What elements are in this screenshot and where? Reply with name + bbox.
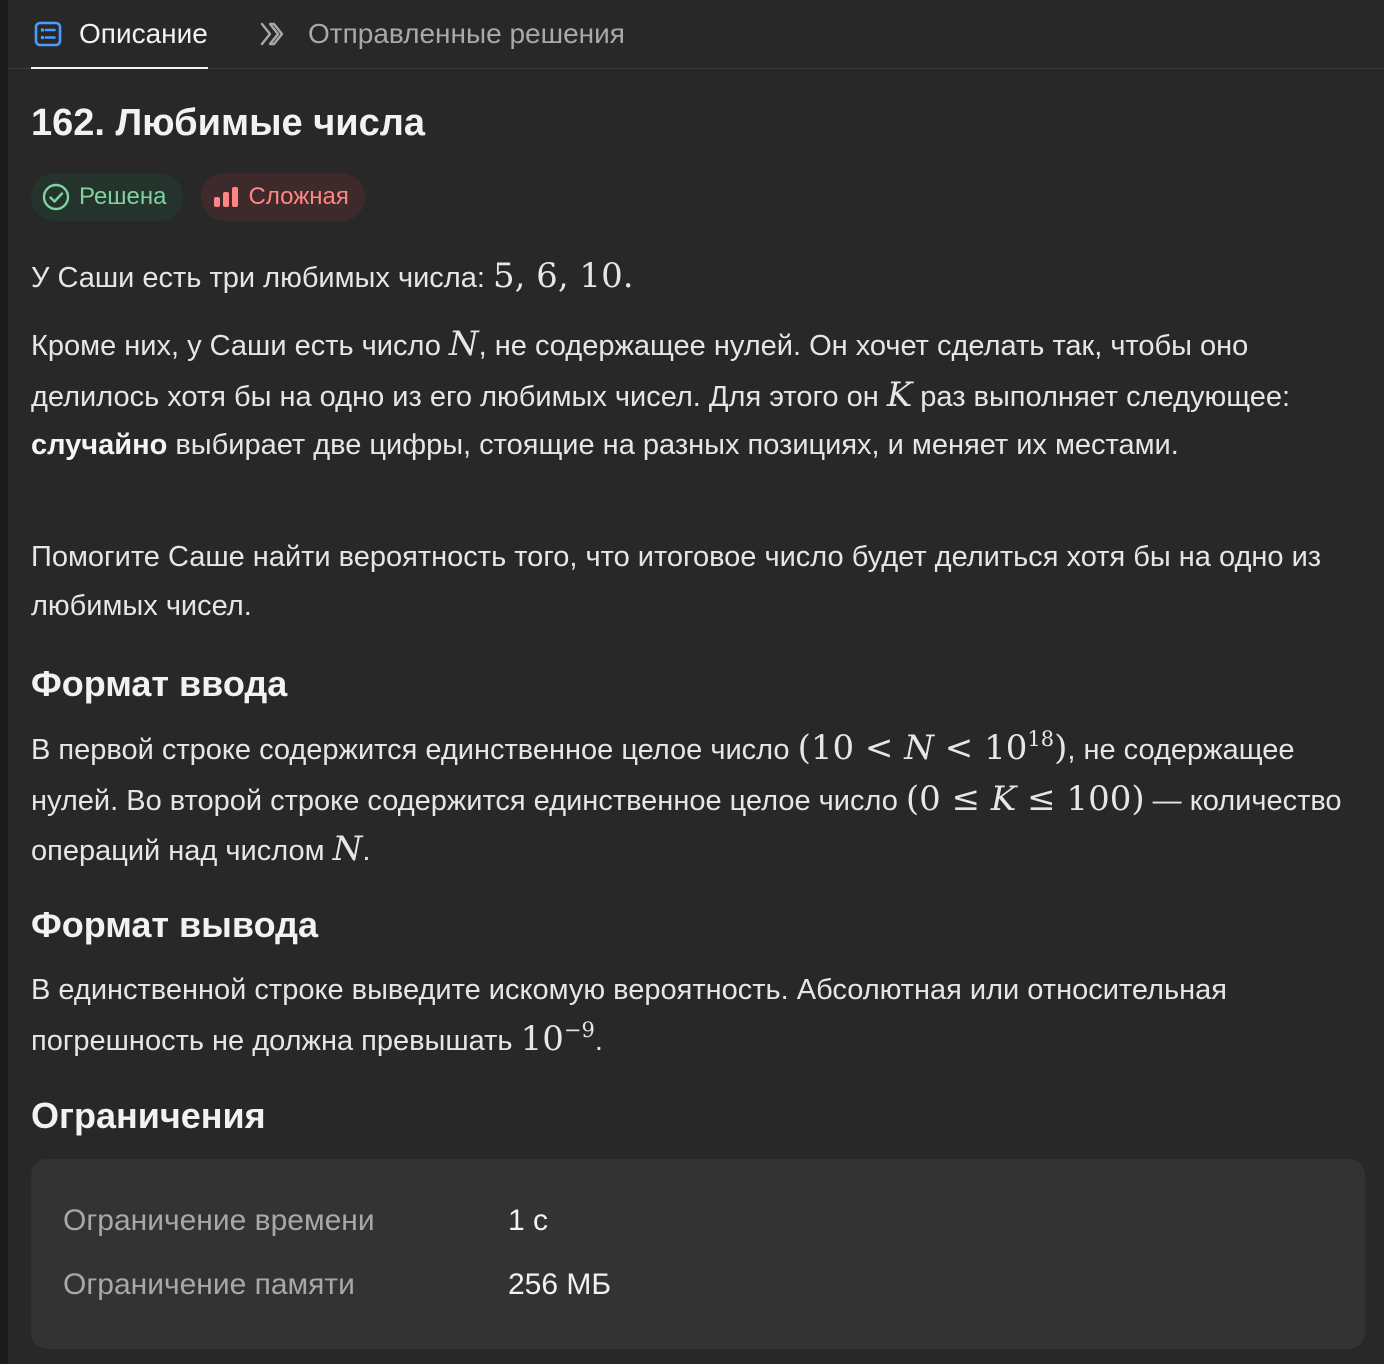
statement-text: В единственной строке выведите искомую в… — [31, 974, 1227, 1057]
status-badge: Решена — [31, 173, 183, 221]
statement-paragraph-3: Помогите Саше найти вероятность того, чт… — [31, 541, 1322, 622]
math-variable: K — [886, 374, 913, 415]
limits-card: Ограничение времени 1 с Ограничение памя… — [31, 1159, 1365, 1349]
limits-heading: Ограничения — [31, 1095, 266, 1136]
input-format-text: В первой строке содержится единственное … — [31, 724, 1366, 876]
math-expression: 10−9 — [521, 1019, 595, 1059]
math-part: ≤ 100) — [1016, 778, 1145, 819]
math-variable: K — [990, 778, 1017, 819]
statement-text: Кроме них, у Саши есть число — [31, 330, 449, 362]
limit-value: 256 МБ — [508, 1268, 612, 1301]
difficulty-badge: Сложная — [200, 173, 365, 221]
badge-row: Решена Сложная — [31, 173, 365, 221]
bold-text: случайно — [31, 429, 168, 461]
tab-description-label: Описание — [79, 18, 208, 49]
statement-text: . — [594, 1024, 603, 1057]
input-format-heading: Формат ввода — [31, 663, 288, 704]
math-exponent: −9 — [563, 1017, 595, 1042]
statement-text: раз выполняет следующее: — [912, 380, 1291, 413]
tab-bar: Описание Отправленные решения — [8, 0, 1384, 69]
math-expression: (10 < N < 1018) — [798, 728, 1068, 768]
statement-paragraph-2: Кроме них, у Саши есть число N, не содер… — [31, 320, 1366, 470]
math-expression: (0 ≤ K ≤ 100) — [906, 779, 1145, 819]
difficulty-badge-label: Сложная — [248, 183, 349, 210]
statement-text: В первой строке содержится единственное … — [31, 734, 798, 766]
check-circle-icon — [41, 182, 71, 212]
document-list-icon — [31, 17, 65, 51]
signal-bars-icon — [211, 182, 241, 212]
math-exponent: 18 — [1027, 727, 1055, 751]
output-format-text: В единственной строке выведите искомую в… — [31, 966, 1366, 1065]
statement-text: . — [362, 835, 371, 867]
double-chevron-right-icon — [258, 17, 292, 51]
statement-paragraph-1: У Саши есть три любимых числа: 5, 6, 10. — [31, 252, 1366, 303]
math-part: (10 < — [797, 728, 905, 768]
problem-panel: Описание Отправленные решения 162. Любим… — [8, 0, 1384, 1364]
math-part: (0 ≤ — [905, 778, 981, 819]
math-expression: 5, 6, 10. — [492, 256, 634, 296]
statement-text: У Саши есть три любимых числа: — [31, 262, 493, 294]
tab-description[interactable]: Описание — [31, 0, 208, 69]
math-variable: N — [448, 324, 479, 364]
problem-title: 162. Любимые числа — [31, 102, 426, 144]
math-variable: N — [904, 728, 934, 768]
tab-submissions-label: Отправленные решения — [308, 18, 625, 49]
limit-label: Ограничение времени — [63, 1204, 375, 1237]
math-part: ) — [1054, 728, 1068, 768]
limit-label: Ограничение памяти — [63, 1268, 355, 1301]
statement-text: выбирает две цифры, стоящие на разных по… — [167, 429, 1179, 461]
math-part: < 10 — [933, 728, 1028, 768]
math-part: 10 — [520, 1018, 564, 1059]
output-format-heading: Формат вывода — [31, 904, 318, 945]
limit-value: 1 с — [508, 1204, 549, 1237]
tab-submissions[interactable]: Отправленные решения — [258, 0, 625, 68]
math-variable: N — [332, 829, 363, 869]
status-badge-label: Решена — [79, 183, 167, 210]
